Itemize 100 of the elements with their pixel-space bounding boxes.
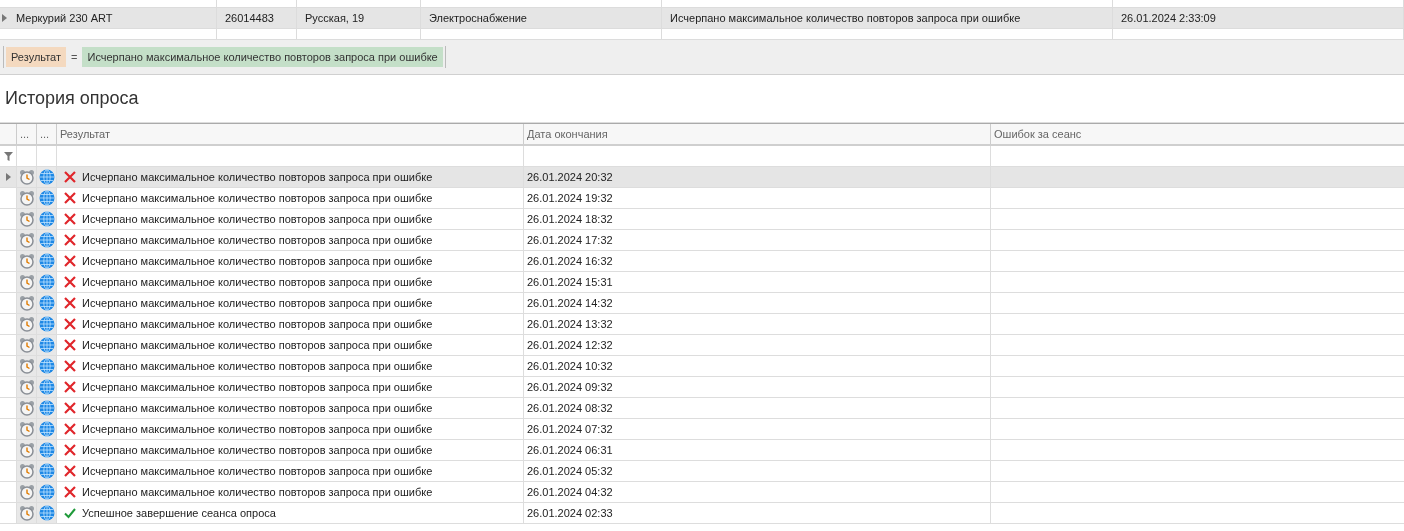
table-cell-text: Исчерпано максимальное количество повторов запроса при ошибке (82, 379, 433, 395)
column-header[interactable]: ... (36, 124, 56, 144)
globe-icon (38, 463, 55, 479)
table-cell-text: 26.01.2024 07:32 (527, 421, 613, 437)
table-cell-text: Исчерпано максимальное количество повторов запроса при ошибке (82, 169, 433, 185)
table-cell-text: Исчерпано максимальное количество повторов запроса при ошибке (82, 358, 433, 374)
cross-icon (64, 444, 76, 456)
cross-icon (64, 339, 76, 351)
cross-icon (64, 402, 76, 414)
cross-icon (64, 192, 76, 204)
cross-icon (64, 381, 76, 393)
table-cell-text: Исчерпано максимальное количество повторов запроса при ошибке (82, 442, 433, 458)
cross-icon (64, 318, 76, 330)
filter-icon[interactable] (3, 151, 13, 161)
cross-icon (64, 465, 76, 477)
table-cell-text: Исчерпано максимальное количество повторов запроса при ошибке (82, 190, 433, 206)
alarm-clock-icon (18, 379, 35, 395)
alarm-clock-icon (18, 442, 35, 458)
cross-icon (64, 360, 76, 372)
globe-icon (38, 421, 55, 437)
cross-icon (64, 213, 76, 225)
cross-icon (64, 276, 76, 288)
table-cell-text: 26.01.2024 06:31 (527, 442, 613, 458)
table-cell-text: Исчерпано максимальное количество повторов запроса при ошибке (82, 295, 433, 311)
table-cell-text: Исчерпано максимальное количество повторов запроса при ошибке (82, 316, 433, 332)
alarm-clock-icon (18, 316, 35, 332)
check-icon (64, 507, 76, 519)
globe-icon (38, 337, 55, 353)
alarm-clock-icon (18, 211, 35, 227)
table-cell-text: 26014483 (225, 10, 274, 26)
alarm-clock-icon (18, 484, 35, 500)
globe-icon (38, 358, 55, 374)
table-cell-text: Исчерпано максимальное количество повторов запроса при ошибке (82, 484, 433, 500)
alarm-clock-icon (18, 463, 35, 479)
filter-field-label[interactable]: Результат (6, 46, 67, 68)
table-cell-text: Электроснабжение (429, 10, 527, 26)
globe-icon (38, 295, 55, 311)
table-cell-text: 26.01.2024 09:32 (527, 379, 613, 395)
alarm-clock-icon (18, 190, 35, 206)
globe-icon (38, 400, 55, 416)
globe-icon (38, 274, 55, 290)
globe-icon (38, 169, 55, 185)
column-header[interactable]: Дата окончания (523, 124, 990, 144)
filter-operator[interactable]: = (70, 48, 79, 66)
table-cell-text: Исчерпано максимальное количество повторов запроса при ошибке (82, 232, 433, 248)
alarm-clock-icon (18, 337, 35, 353)
globe-icon (38, 505, 55, 521)
row-indicator-icon (5, 173, 11, 181)
table-cell-text: 26.01.2024 18:32 (527, 211, 613, 227)
cross-icon (64, 423, 76, 435)
cross-icon (64, 255, 76, 267)
alarm-clock-icon (18, 400, 35, 416)
table-cell-text: 26.01.2024 17:32 (527, 232, 613, 248)
globe-icon (38, 379, 55, 395)
column-header[interactable]: ... (16, 124, 36, 144)
table-cell-text: Исчерпано максимальное количество повторов запроса при ошибке (82, 337, 433, 353)
table-cell-text: 26.01.2024 15:31 (527, 274, 613, 290)
globe-icon (38, 316, 55, 332)
globe-icon (38, 442, 55, 458)
globe-icon (38, 211, 55, 227)
alarm-clock-icon (18, 358, 35, 374)
table-cell-text: Исчерпано максимальное количество повторов запроса при ошибке (82, 400, 433, 416)
column-header[interactable]: Ошибок за сеанс (990, 124, 1404, 144)
globe-icon (38, 484, 55, 500)
section-title: История опроса (5, 87, 139, 110)
table-cell-text: 26.01.2024 16:32 (527, 253, 613, 269)
globe-icon (38, 190, 55, 206)
table-cell-text: Исчерпано максимальное количество повторов запроса при ошибке (82, 211, 433, 227)
column-header[interactable]: Результат (56, 124, 523, 144)
alarm-clock-icon (18, 421, 35, 437)
table-cell-text: Исчерпано максимальное количество повторов запроса при ошибке (82, 463, 433, 479)
table-cell-text: Исчерпано максимальное количество повторов запроса при ошибке (82, 253, 433, 269)
alarm-clock-icon (18, 295, 35, 311)
table-cell-text: 26.01.2024 2:33:09 (1121, 10, 1216, 26)
table-cell-text: 26.01.2024 14:32 (527, 295, 613, 311)
globe-icon (38, 232, 55, 248)
table-cell-text: Русская, 19 (305, 10, 365, 26)
table-cell-text: 26.01.2024 05:32 (527, 463, 613, 479)
alarm-clock-icon (18, 169, 35, 185)
alarm-clock-icon (18, 274, 35, 290)
cross-icon (64, 171, 76, 183)
cross-icon (64, 486, 76, 498)
table-cell-text: 26.01.2024 08:32 (527, 400, 613, 416)
globe-icon (38, 253, 55, 269)
table-cell-text: 26.01.2024 04:32 (527, 484, 613, 500)
table-cell-text: Исчерпано максимальное количество повторов запроса при ошибке (82, 274, 433, 290)
alarm-clock-icon (18, 232, 35, 248)
cross-icon (64, 234, 76, 246)
cross-icon (64, 297, 76, 309)
alarm-clock-icon (18, 505, 35, 521)
table-cell-text: 26.01.2024 10:32 (527, 358, 613, 374)
alarm-clock-icon (18, 253, 35, 269)
row-indicator-icon (1, 14, 7, 22)
table-cell-text: Исчерпано максимальное количество повторов запроса при ошибке (82, 421, 433, 437)
table-cell-text: 26.01.2024 12:32 (527, 337, 613, 353)
table-cell-text: Успешное завершение сеанса опроса (82, 505, 276, 521)
filter-value[interactable]: Исчерпано максимальное количество повторов запроса при ошибке (82, 46, 443, 68)
table-cell-text: 26.01.2024 13:32 (527, 316, 613, 332)
table-cell-text: 26.01.2024 02:33 (527, 505, 613, 521)
table-cell-text: 26.01.2024 19:32 (527, 190, 613, 206)
